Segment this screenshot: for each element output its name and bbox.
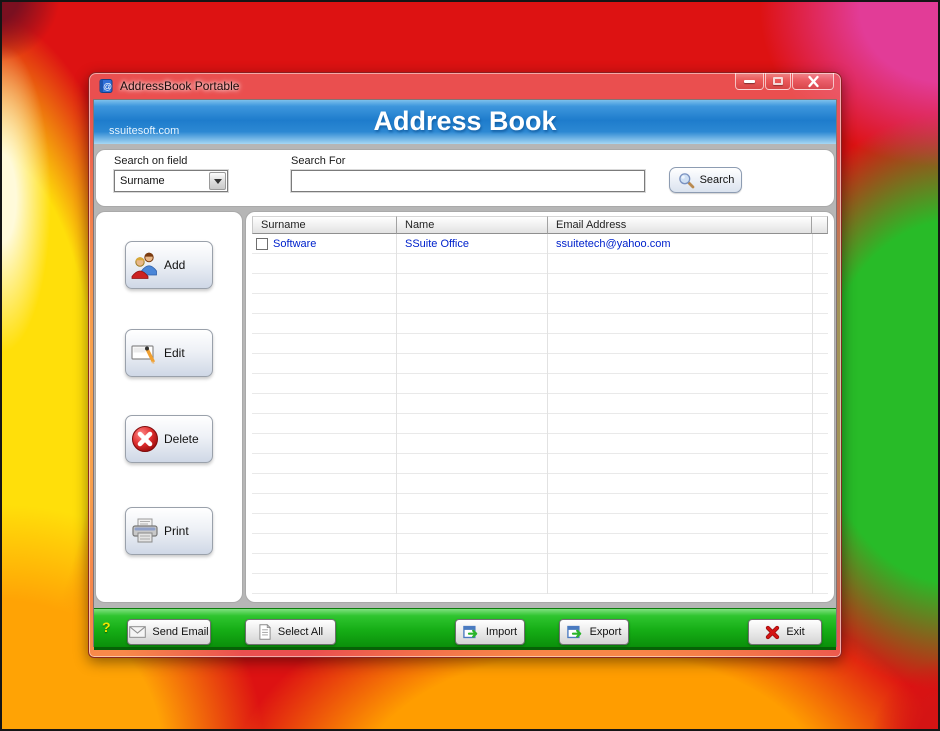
edit-note-icon (129, 337, 161, 369)
import-label: Import (486, 626, 517, 638)
window-controls (734, 73, 834, 90)
minimize-button[interactable] (735, 73, 764, 90)
edit-button-label: Edit (164, 346, 185, 360)
exit-button[interactable]: Exit (748, 619, 822, 645)
search-button[interactable]: Search (669, 167, 742, 193)
search-field-value: Surname (115, 175, 209, 187)
maximize-icon (773, 77, 783, 85)
delete-button[interactable]: Delete (125, 415, 213, 463)
window-content: ssuitesoft.com Address Book Search on fi… (93, 99, 837, 647)
search-for-label: Search For (291, 155, 345, 167)
exit-label: Exit (786, 626, 804, 638)
minimize-icon (744, 80, 755, 83)
add-button-label: Add (164, 258, 185, 272)
delete-button-label: Delete (164, 432, 199, 446)
print-button[interactable]: Print (125, 507, 213, 555)
column-header-email[interactable]: Email Address (548, 216, 812, 234)
chevron-down-icon (214, 179, 222, 184)
import-icon (463, 624, 480, 640)
app-window: @ AddressBook Portable (88, 72, 842, 658)
contacts-table: Surname Name Email Address Software SSui (246, 212, 834, 602)
help-button[interactable]: ? (102, 619, 111, 635)
search-panel: Search on field Surname Search For Searc (96, 150, 834, 206)
footer-bar: ? Send Email Sel (94, 608, 836, 650)
send-email-button[interactable]: Send Email (127, 619, 211, 645)
printer-icon (129, 515, 161, 547)
delete-icon (129, 423, 161, 455)
svg-text:@: @ (103, 82, 112, 92)
send-email-label: Send Email (152, 626, 208, 638)
table-header-row: Surname Name Email Address (252, 216, 828, 234)
envelope-icon (129, 625, 146, 639)
window-title: AddressBook Portable (120, 73, 239, 99)
magnifier-icon (677, 171, 695, 189)
select-all-label: Select All (278, 626, 323, 638)
column-header-name[interactable]: Name (397, 216, 548, 234)
desktop-background: @ AddressBook Portable (0, 0, 940, 731)
close-button[interactable] (792, 73, 834, 90)
column-header-spacer (812, 216, 828, 234)
print-button-label: Print (164, 524, 189, 538)
app-banner: ssuitesoft.com Address Book (94, 100, 836, 144)
maximize-button[interactable] (765, 73, 791, 90)
cell-name: SSuite Office (397, 238, 548, 250)
search-field-dropdown[interactable]: Surname (114, 170, 228, 192)
import-button[interactable]: Import (455, 619, 525, 645)
sidebar: Add Edit (96, 212, 242, 602)
titlebar[interactable]: @ AddressBook Portable (89, 73, 841, 99)
table-body[interactable]: Software SSuite Office ssuitetech@yahoo.… (252, 234, 828, 594)
export-button[interactable]: Export (559, 619, 629, 645)
page-title: Address Book (94, 106, 836, 137)
column-header-surname[interactable]: Surname (252, 216, 397, 234)
export-label: Export (590, 626, 622, 638)
column-divider (812, 234, 813, 594)
dropdown-button[interactable] (209, 172, 226, 190)
row-checkbox[interactable] (256, 238, 268, 250)
red-x-icon (765, 625, 780, 640)
column-divider (396, 234, 397, 594)
select-all-button[interactable]: Select All (245, 619, 336, 645)
address-book-icon: @ (98, 78, 114, 94)
export-icon (567, 624, 584, 640)
cell-surname: Software (273, 238, 316, 250)
document-icon (258, 624, 272, 640)
search-button-label: Search (700, 174, 735, 186)
cell-email: ssuitetech@yahoo.com (548, 238, 812, 250)
add-contacts-icon (129, 249, 161, 281)
search-input[interactable] (291, 170, 645, 192)
column-divider (547, 234, 548, 594)
add-button[interactable]: Add (125, 241, 213, 289)
search-field-label: Search on field (114, 155, 187, 167)
table-row[interactable]: Software SSuite Office ssuitetech@yahoo.… (252, 234, 828, 254)
close-icon (807, 75, 820, 88)
edit-button[interactable]: Edit (125, 329, 213, 377)
